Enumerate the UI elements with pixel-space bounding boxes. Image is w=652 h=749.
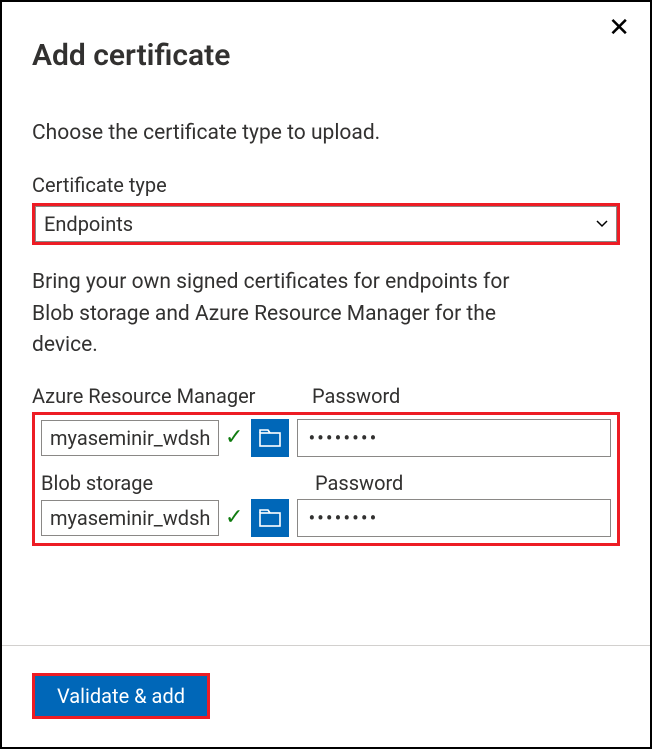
- cert-type-description: Bring your own signed certificates for e…: [32, 267, 532, 362]
- cert-inputs-group: ✓ Blob storage Password ✓: [32, 412, 620, 546]
- blob-label: Blob storage: [41, 471, 315, 495]
- blob-password-input[interactable]: [297, 499, 611, 537]
- intro-text: Choose the certificate type to upload.: [32, 121, 620, 145]
- blob-file-input[interactable]: [41, 500, 219, 536]
- blob-password-label: Password: [315, 471, 403, 495]
- cert-type-select[interactable]: Endpoints: [35, 206, 617, 242]
- arm-password-input[interactable]: [297, 419, 611, 457]
- cert-type-label: Certificate type: [32, 173, 620, 197]
- close-button[interactable]: ✕: [604, 10, 634, 44]
- arm-file-input[interactable]: [41, 420, 219, 456]
- check-icon: ✓: [225, 427, 243, 449]
- validate-add-button[interactable]: Validate & add: [35, 676, 207, 716]
- arm-label: Azure Resource Manager: [32, 384, 312, 408]
- folder-icon: [259, 429, 281, 447]
- close-icon: ✕: [608, 12, 630, 42]
- divider: [2, 645, 650, 646]
- arm-password-label: Password: [312, 384, 400, 408]
- folder-icon: [259, 509, 281, 527]
- page-title: Add certificate: [32, 38, 620, 73]
- check-icon: ✓: [225, 507, 243, 529]
- blob-browse-button[interactable]: [251, 499, 289, 537]
- arm-browse-button[interactable]: [251, 419, 289, 457]
